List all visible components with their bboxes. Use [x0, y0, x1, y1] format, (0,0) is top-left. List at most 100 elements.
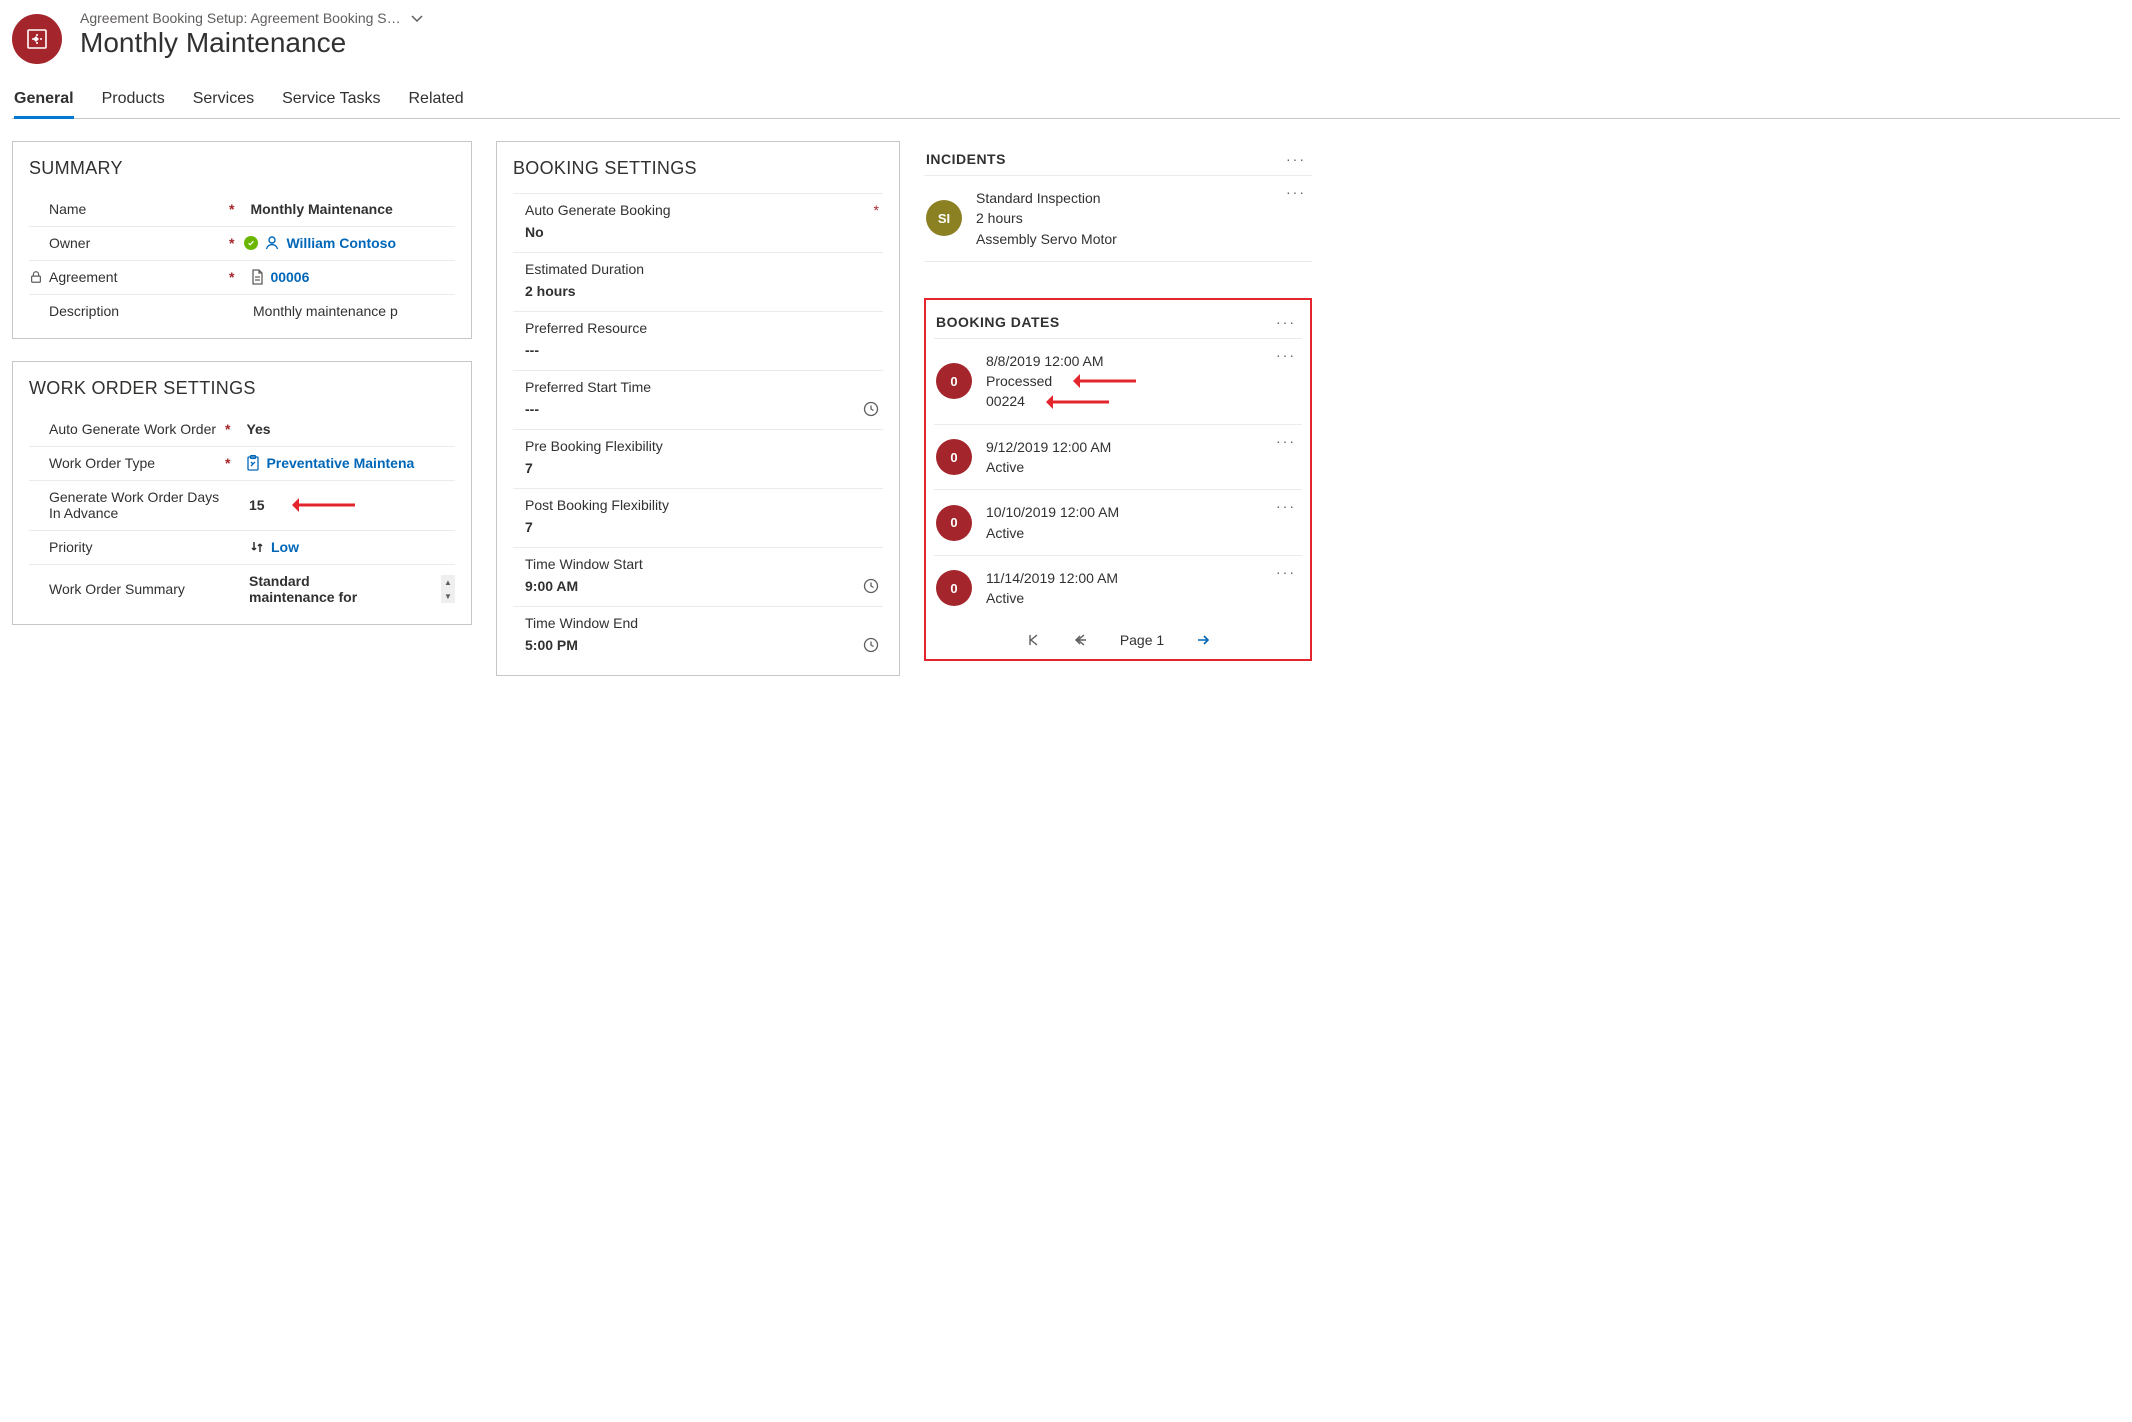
section-title-incidents: INCIDENTS — [926, 151, 1006, 167]
value-auto-gen-booking[interactable]: No — [513, 218, 883, 248]
value-pref-start[interactable]: --- — [513, 395, 883, 425]
incident-duration: 2 hours — [976, 208, 1156, 228]
value-wo-type[interactable]: Preventative Maintena — [246, 455, 455, 471]
section-more-icon[interactable]: ··· — [1276, 314, 1296, 330]
incident-row[interactable]: SI Standard Inspection 2 hours Assembly … — [924, 176, 1312, 262]
value-description[interactable]: Monthly maintenance p — [253, 303, 455, 319]
row-more-icon[interactable]: ··· — [1276, 347, 1296, 363]
label-owner: Owner — [49, 235, 90, 251]
booking-date-time: 9/12/2019 12:00 AM — [986, 437, 1166, 457]
label-agreement: Agreement — [49, 269, 117, 285]
annotation-arrow — [285, 498, 355, 512]
clock-icon[interactable] — [863, 637, 883, 653]
required-mark: * — [229, 201, 234, 217]
lock-icon — [29, 270, 43, 284]
chevron-down-icon[interactable] — [409, 10, 425, 26]
booking-date-time: 11/14/2019 12:00 AM — [986, 568, 1166, 588]
value-pref-resource[interactable]: --- — [513, 336, 883, 366]
incident-title: Standard Inspection — [976, 188, 1156, 208]
value-gen-days[interactable]: 15 — [249, 497, 455, 513]
value-win-start[interactable]: 9:00 AM — [513, 572, 883, 602]
entity-icon — [12, 14, 62, 64]
textarea-scroll-down[interactable]: ▼ — [441, 589, 455, 603]
booking-number: 00224 — [986, 391, 1025, 411]
row-more-icon[interactable]: ··· — [1276, 433, 1296, 449]
label-pref-resource: Preferred Resource — [513, 320, 883, 336]
value-auto-gen-wo[interactable]: Yes — [246, 421, 455, 437]
booking-status: Active — [986, 523, 1166, 543]
tab-services[interactable]: Services — [193, 82, 254, 118]
booking-date-time: 8/8/2019 12:00 AM — [986, 351, 1166, 371]
required-mark: * — [225, 455, 230, 471]
required-mark: * — [225, 421, 230, 437]
avatar: SI — [926, 200, 962, 236]
label-win-start: Time Window Start — [513, 556, 883, 572]
label-priority: Priority — [49, 539, 93, 555]
tab-general[interactable]: General — [14, 82, 74, 119]
clipboard-icon — [246, 455, 260, 471]
booking-status: Active — [986, 457, 1166, 477]
annotation-arrow — [1039, 395, 1109, 409]
avatar: 0 — [936, 363, 972, 399]
section-title-booking: BOOKING SETTINGS — [513, 158, 883, 179]
label-est-duration: Estimated Duration — [513, 261, 883, 277]
avatar: 0 — [936, 439, 972, 475]
avatar: 0 — [936, 505, 972, 541]
value-priority[interactable]: Low — [249, 539, 455, 555]
section-title-booking-dates: BOOKING DATES — [936, 314, 1060, 330]
presence-available-icon — [244, 236, 258, 250]
pager-label: Page 1 — [1120, 632, 1164, 648]
value-est-duration[interactable]: 2 hours — [513, 277, 883, 307]
label-auto-gen-booking: Auto Generate Booking — [513, 202, 874, 218]
booking-dates-highlight-box: BOOKING DATES ··· 0 8/8/2019 12:00 AM Pr… — [924, 298, 1312, 661]
booking-date-row[interactable]: 0 10/10/2019 12:00 AM Active ··· — [934, 490, 1302, 556]
value-wo-summary[interactable]: Standard maintenance for ▲ ▼ — [249, 573, 455, 605]
tab-products[interactable]: Products — [102, 82, 165, 118]
label-wo-type: Work Order Type — [49, 455, 155, 471]
row-more-icon[interactable]: ··· — [1286, 184, 1306, 200]
booking-date-time: 10/10/2019 12:00 AM — [986, 502, 1166, 522]
tab-related[interactable]: Related — [409, 82, 464, 118]
section-more-icon[interactable]: ··· — [1286, 151, 1306, 167]
breadcrumb: Agreement Booking Setup: Agreement Booki… — [80, 10, 401, 26]
booking-status: Active — [986, 588, 1166, 608]
booking-status: Processed — [986, 371, 1052, 391]
document-icon — [250, 269, 264, 285]
summary-card: SUMMARY Name * Monthly Maintenance Owner… — [12, 141, 472, 339]
clock-icon[interactable] — [863, 401, 883, 417]
work-order-settings-card: WORK ORDER SETTINGS Auto Generate Work O… — [12, 361, 472, 625]
tab-service-tasks[interactable]: Service Tasks — [282, 82, 380, 118]
label-wo-summary: Work Order Summary — [49, 581, 185, 597]
value-agreement[interactable]: 00006 — [250, 269, 455, 285]
textarea-scroll-up[interactable]: ▲ — [441, 575, 455, 589]
label-auto-gen-wo: Auto Generate Work Order — [49, 421, 216, 437]
booking-date-row[interactable]: 0 11/14/2019 12:00 AM Active ··· — [934, 556, 1302, 621]
value-win-end[interactable]: 5:00 PM — [513, 631, 883, 661]
section-title-work-order: WORK ORDER SETTINGS — [29, 378, 455, 399]
label-win-end: Time Window End — [513, 615, 883, 631]
priority-arrows-icon — [249, 539, 265, 555]
pager-first[interactable] — [1024, 631, 1042, 649]
value-owner[interactable]: William Contoso — [244, 235, 455, 251]
label-name: Name — [49, 201, 86, 217]
section-title-summary: SUMMARY — [29, 158, 455, 179]
label-post-flex: Post Booking Flexibility — [513, 497, 883, 513]
label-pref-start: Preferred Start Time — [513, 379, 883, 395]
page-title: Monthly Maintenance — [80, 26, 425, 60]
row-more-icon[interactable]: ··· — [1276, 498, 1296, 514]
required-mark: * — [874, 202, 883, 218]
incident-asset: Assembly Servo Motor — [976, 229, 1156, 249]
booking-settings-card: BOOKING SETTINGS Auto Generate Booking *… — [496, 141, 900, 676]
incidents-section: INCIDENTS ··· SI Standard Inspection 2 h… — [924, 141, 1312, 262]
value-pre-flex[interactable]: 7 — [513, 454, 883, 484]
row-more-icon[interactable]: ··· — [1276, 564, 1296, 580]
booking-date-row[interactable]: 0 9/12/2019 12:00 AM Active ··· — [934, 425, 1302, 491]
value-post-flex[interactable]: 7 — [513, 513, 883, 543]
value-name[interactable]: Monthly Maintenance — [250, 201, 455, 217]
pager-next[interactable] — [1194, 631, 1212, 649]
clock-icon[interactable] — [863, 578, 883, 594]
booking-date-row[interactable]: 0 8/8/2019 12:00 AM Processed 00224 — [934, 339, 1302, 425]
label-description: Description — [49, 303, 119, 319]
pager-prev[interactable] — [1072, 631, 1090, 649]
tab-bar: General Products Services Service Tasks … — [12, 82, 2120, 119]
